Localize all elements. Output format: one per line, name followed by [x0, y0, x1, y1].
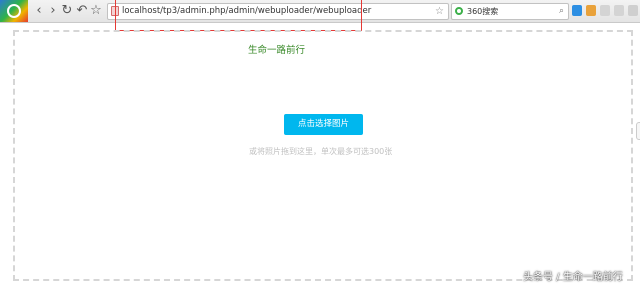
- extension-icon[interactable]: [600, 5, 610, 16]
- watermark: 头条号 / 生命一路前行: [523, 272, 623, 283]
- extension-icon[interactable]: [586, 5, 596, 16]
- side-handle[interactable]: [636, 122, 640, 140]
- star-icon[interactable]: ☆: [89, 3, 103, 19]
- search-icon[interactable]: ⌕: [559, 4, 564, 19]
- extension-icon[interactable]: [614, 5, 624, 16]
- search-text: 360搜索: [467, 7, 499, 16]
- search-box[interactable]: 360搜索 ⌕: [451, 3, 569, 20]
- pick-image-button[interactable]: 点击选择图片: [284, 114, 363, 135]
- undo-icon[interactable]: ↶: [75, 3, 89, 19]
- reload-icon[interactable]: ↻: [60, 3, 74, 19]
- bookmark-star-icon[interactable]: ☆: [435, 4, 444, 19]
- back-icon[interactable]: ‹: [32, 3, 46, 19]
- drop-hint: 或将照片拖到这里，单次最多可选300张: [249, 147, 393, 156]
- extension-icon[interactable]: [572, 5, 582, 16]
- extension-icon[interactable]: [628, 5, 638, 16]
- browser-logo-icon[interactable]: [0, 0, 28, 22]
- forward-icon[interactable]: ›: [46, 3, 60, 19]
- highlight-box: [115, 0, 362, 31]
- search-engine-icon: [455, 7, 463, 15]
- page-title: 生命一路前行: [248, 45, 306, 56]
